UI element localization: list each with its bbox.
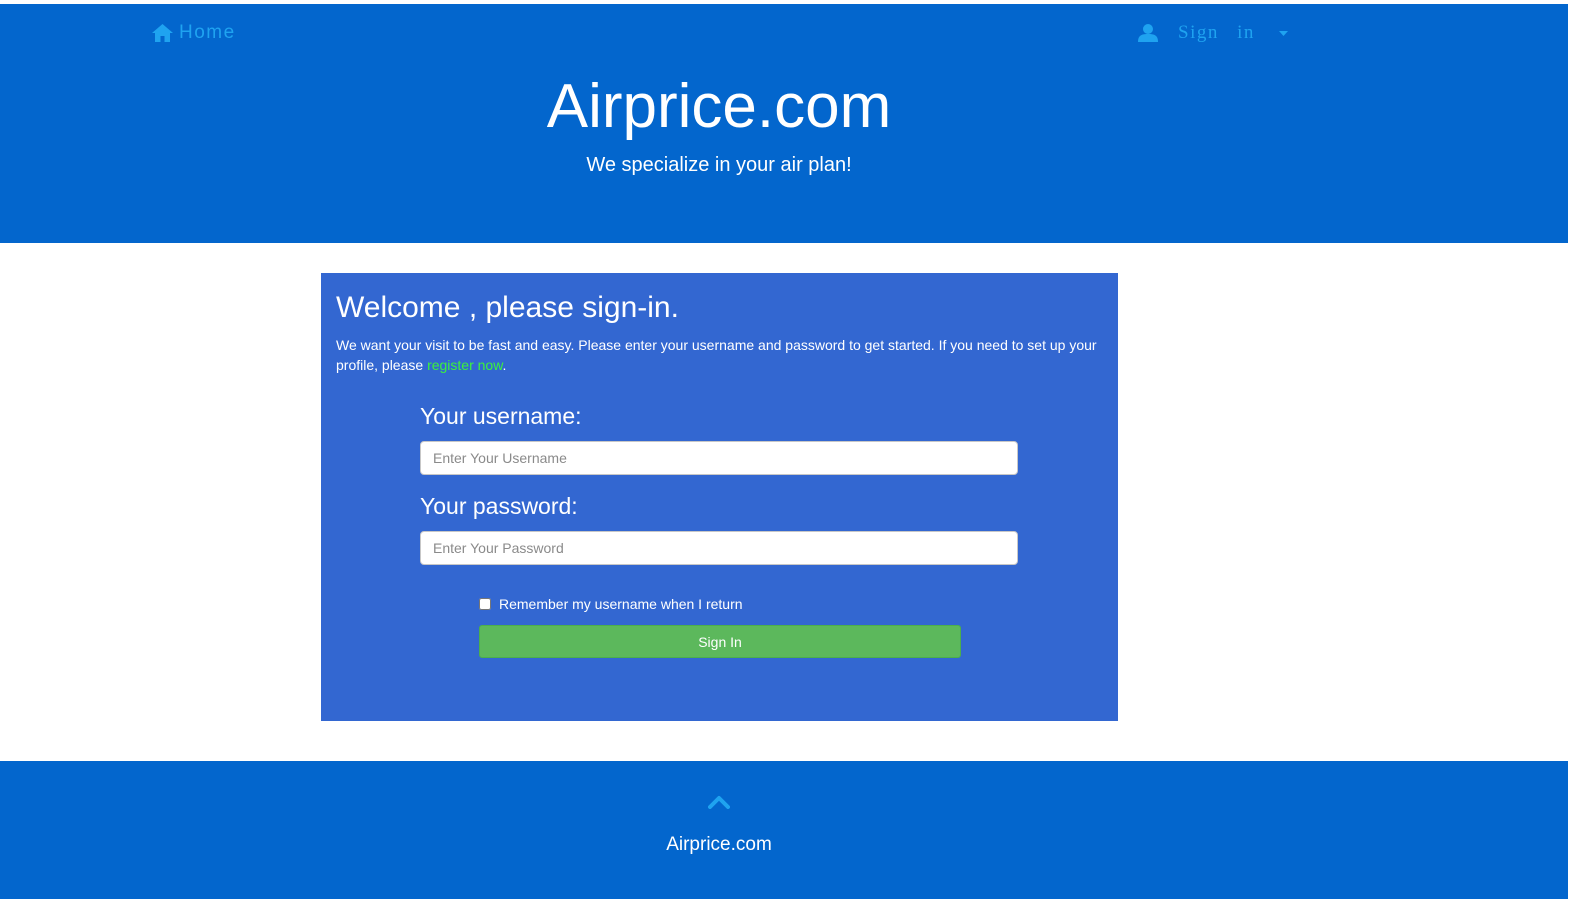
signin-dropdown-label: Sign in [1178,22,1255,43]
site-footer: Airprice.com [0,761,1568,899]
site-header: Home Sign in Airprice.com We specialize … [0,4,1568,243]
username-input[interactable] [420,441,1018,475]
caret-down-icon [1278,30,1288,36]
site-tagline: We specialize in your air plan! [586,154,852,176]
password-label: Your password: [420,493,578,519]
intro-suffix: . [502,357,507,373]
remember-checkbox[interactable] [479,598,491,610]
home-icon [152,24,173,42]
panel-heading: Welcome , please sign-in. [336,291,679,324]
remember-label: Remember my username when I return [499,596,743,612]
home-link[interactable]: Home [152,22,236,44]
home-link-label: Home [179,22,236,43]
panel-intro: We want your visit to be fast and easy. … [336,335,1106,375]
site-title: Airprice.com [546,72,892,141]
signin-dropdown[interactable]: Sign in [1138,22,1288,44]
username-label: Your username: [420,403,582,429]
user-icon [1138,24,1158,42]
remember-me[interactable]: Remember my username when I return [479,596,743,612]
chevron-up-icon[interactable] [708,795,730,809]
signin-panel: Welcome , please sign-in. We want your v… [321,273,1118,721]
register-link[interactable]: register now [427,357,502,373]
signin-button[interactable]: Sign In [479,625,961,658]
footer-brand: Airprice.com [666,834,772,855]
password-input[interactable] [420,531,1018,565]
